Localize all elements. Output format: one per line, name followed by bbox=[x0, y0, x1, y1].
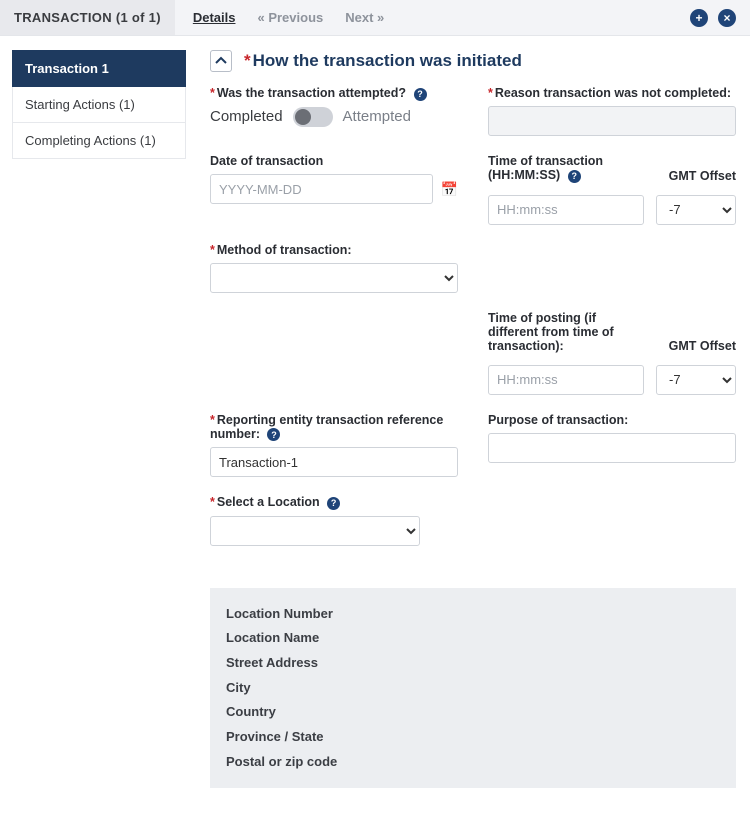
location-details-box: Location Number Location Name Street Add… bbox=[210, 588, 736, 789]
ref-label: *Reporting entity transaction reference … bbox=[210, 413, 458, 442]
loc-country: Country bbox=[226, 700, 720, 725]
help-time-icon[interactable]: ? bbox=[568, 170, 581, 183]
nav-next[interactable]: Next » bbox=[345, 10, 384, 25]
loc-postal: Postal or zip code bbox=[226, 750, 720, 775]
date-input[interactable] bbox=[210, 174, 433, 204]
help-ref-icon[interactable]: ? bbox=[267, 428, 280, 441]
loc-street: Street Address bbox=[226, 651, 720, 676]
help-location-icon[interactable]: ? bbox=[327, 497, 340, 510]
sidebar: Transaction 1 Starting Actions (1) Compl… bbox=[0, 50, 196, 818]
date-label: Date of transaction bbox=[210, 154, 458, 168]
attempted-toggle[interactable] bbox=[293, 107, 333, 127]
purpose-input[interactable] bbox=[488, 433, 736, 463]
location-label: *Select a Location ? bbox=[210, 495, 736, 510]
loc-name: Location Name bbox=[226, 626, 720, 651]
ref-input[interactable] bbox=[210, 447, 458, 477]
reason-label: *Reason transaction was not completed: bbox=[488, 86, 736, 100]
purpose-label: Purpose of transaction: bbox=[488, 413, 736, 427]
sidebar-item-starting-actions[interactable]: Starting Actions (1) bbox=[12, 87, 186, 123]
gmt-select[interactable]: -7 bbox=[656, 195, 736, 225]
chevron-up-icon bbox=[215, 55, 227, 67]
toggle-attempted-label: Attempted bbox=[343, 108, 411, 125]
posting-gmt-select[interactable]: -7 bbox=[656, 365, 736, 395]
close-icon[interactable]: × bbox=[718, 9, 736, 27]
posting-label: Time of posting (if different from time … bbox=[488, 311, 644, 353]
sidebar-item-completing-actions[interactable]: Completing Actions (1) bbox=[12, 123, 186, 159]
section-title: *How the transaction was initiated bbox=[244, 51, 522, 71]
location-select[interactable] bbox=[210, 516, 420, 546]
collapse-toggle[interactable] bbox=[210, 50, 232, 72]
loc-province: Province / State bbox=[226, 725, 720, 750]
nav-previous[interactable]: « Previous bbox=[257, 10, 323, 25]
sidebar-item-transaction-1[interactable]: Transaction 1 bbox=[12, 50, 186, 87]
reason-input bbox=[488, 106, 736, 136]
time-input[interactable] bbox=[488, 195, 644, 225]
breadcrumb-title: TRANSACTION (1 of 1) bbox=[0, 0, 175, 35]
toggle-completed-label: Completed bbox=[210, 108, 283, 125]
add-icon[interactable]: + bbox=[690, 9, 708, 27]
posting-time-input[interactable] bbox=[488, 365, 644, 395]
method-select[interactable] bbox=[210, 263, 458, 293]
gmt-label: GMT Offset bbox=[656, 169, 736, 183]
tab-details[interactable]: Details bbox=[193, 10, 236, 25]
calendar-icon[interactable]: 📅 bbox=[441, 181, 458, 198]
help-attempted-icon[interactable]: ? bbox=[414, 88, 427, 101]
time-label: Time of transaction (HH:MM:SS) ? bbox=[488, 154, 644, 183]
loc-number: Location Number bbox=[226, 602, 720, 627]
attempted-label: *Was the transaction attempted? ? bbox=[210, 86, 458, 101]
method-label: *Method of transaction: bbox=[210, 243, 458, 257]
gmt-label-2: GMT Offset bbox=[656, 339, 736, 353]
loc-city: City bbox=[226, 676, 720, 701]
